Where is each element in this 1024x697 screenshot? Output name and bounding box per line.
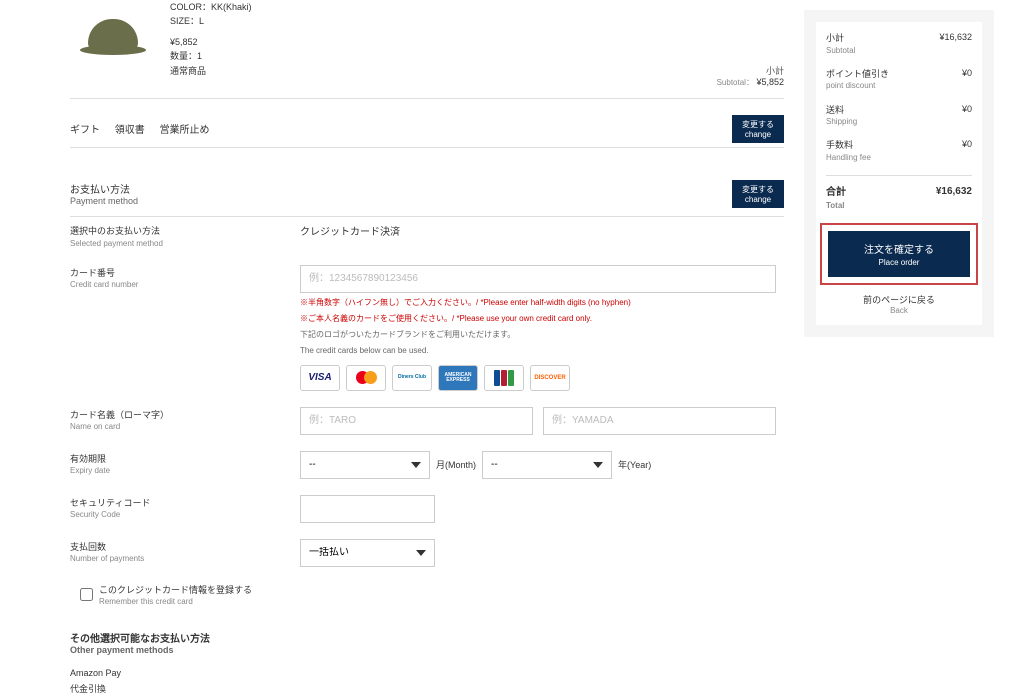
payment-method-header: お支払い方法 Payment method 変更する change <box>70 172 784 217</box>
remember-card-checkbox[interactable] <box>80 588 93 601</box>
product-type: 通常商品 <box>170 64 784 78</box>
change-gift-button[interactable]: 変更する change <box>732 115 784 143</box>
product-price: ¥5,852 <box>170 35 784 49</box>
card-note-3jp: 下記のロゴがついたカードブランドをご利用いただけます。 <box>300 329 784 341</box>
diners-logo: Diners Club <box>392 365 432 391</box>
visa-logo: VISA <box>300 365 340 391</box>
payment-title-en: Payment method <box>70 196 138 206</box>
summary-point: ¥0 <box>962 68 972 92</box>
product-row: COLOR：KK(Khaki) SIZE：L ¥5,852 数量：1 通常商品 … <box>70 0 784 99</box>
month-label: 月(Month) <box>436 458 476 471</box>
product-info: COLOR：KK(Khaki) SIZE：L ¥5,852 数量：1 通常商品 <box>170 0 784 78</box>
first-name-input[interactable] <box>300 407 533 435</box>
gift-label: ギフト <box>70 125 100 136</box>
product-color: COLOR：KK(Khaki) <box>170 0 784 14</box>
expiry-label: 有効期限 Expiry date <box>70 451 300 479</box>
expiry-year-select[interactable]: -- <box>482 451 612 479</box>
other-method-amazonpay[interactable]: Amazon Pay <box>70 665 784 681</box>
mastercard-logo <box>346 365 386 391</box>
security-code-input[interactable] <box>300 495 435 523</box>
year-label: 年(Year) <box>618 458 651 471</box>
card-note-1: ※半角数字（ハイフン無し）でご入力ください。/ *Please enter ha… <box>300 297 784 309</box>
selected-method-value: クレジットカード決済 <box>300 223 784 249</box>
expiry-month-select[interactable]: -- <box>300 451 430 479</box>
payment-title-jp: お支払い方法 <box>70 181 138 196</box>
card-number-input[interactable] <box>300 265 776 293</box>
product-qty: 数量：1 <box>170 49 784 63</box>
change-payment-button[interactable]: 変更する change <box>732 180 784 208</box>
summary-fee: ¥0 <box>962 139 972 163</box>
product-subtotal: 小計 Subtotal： ¥5,852 <box>717 64 784 88</box>
product-size: SIZE：L <box>170 14 784 28</box>
office-hold-label: 営業所止め <box>160 125 210 136</box>
receipt-label: 領収書 <box>115 125 145 136</box>
last-name-input[interactable] <box>543 407 776 435</box>
place-order-highlight: 注文を確定する Place order <box>820 223 978 285</box>
product-image <box>70 0 155 70</box>
jcb-logo <box>484 365 524 391</box>
discover-logo: DISCOVER <box>530 365 570 391</box>
order-summary: 小計Subtotal ¥16,632 ポイント値引きpoint discount… <box>804 10 994 337</box>
card-number-label: カード番号 Credit card number <box>70 265 300 391</box>
card-note-2: ※ご本人名義のカードをご使用ください。/ *Please use your ow… <box>300 313 784 325</box>
card-logos: VISA Diners Club AMERICAN EXPRESS DISCOV… <box>300 365 784 391</box>
remember-label-jp: このクレジットカード情報を登録する <box>99 585 252 595</box>
card-note-3en: The credit cards below can be used. <box>300 345 784 357</box>
payment-count-select[interactable]: 一括払い <box>300 539 435 567</box>
back-link[interactable]: 前のページに戻る Back <box>826 293 972 315</box>
summary-subtotal: ¥16,632 <box>939 32 972 56</box>
other-method-cod[interactable]: 代金引換 <box>70 681 784 697</box>
place-order-button[interactable]: 注文を確定する Place order <box>828 231 970 277</box>
selected-method-label: 選択中のお支払い方法 Selected payment method <box>70 223 300 249</box>
remember-label-en: Remember this credit card <box>99 597 193 606</box>
gift-section: ギフト 領収書 営業所止め 変更する change <box>70 111 784 148</box>
card-name-label: カード名義（ローマ字） Name on card <box>70 407 300 435</box>
amex-logo: AMERICAN EXPRESS <box>438 365 478 391</box>
other-payment-methods: その他選択可能なお支払い方法 Other payment methods Ama… <box>70 630 784 697</box>
security-code-label: セキュリティコード Security Code <box>70 495 300 523</box>
payment-count-label: 支払回数 Number of payments <box>70 539 300 567</box>
summary-total: ¥16,632 <box>936 186 972 211</box>
hat-icon <box>88 19 138 51</box>
summary-shipping: ¥0 <box>962 104 972 128</box>
